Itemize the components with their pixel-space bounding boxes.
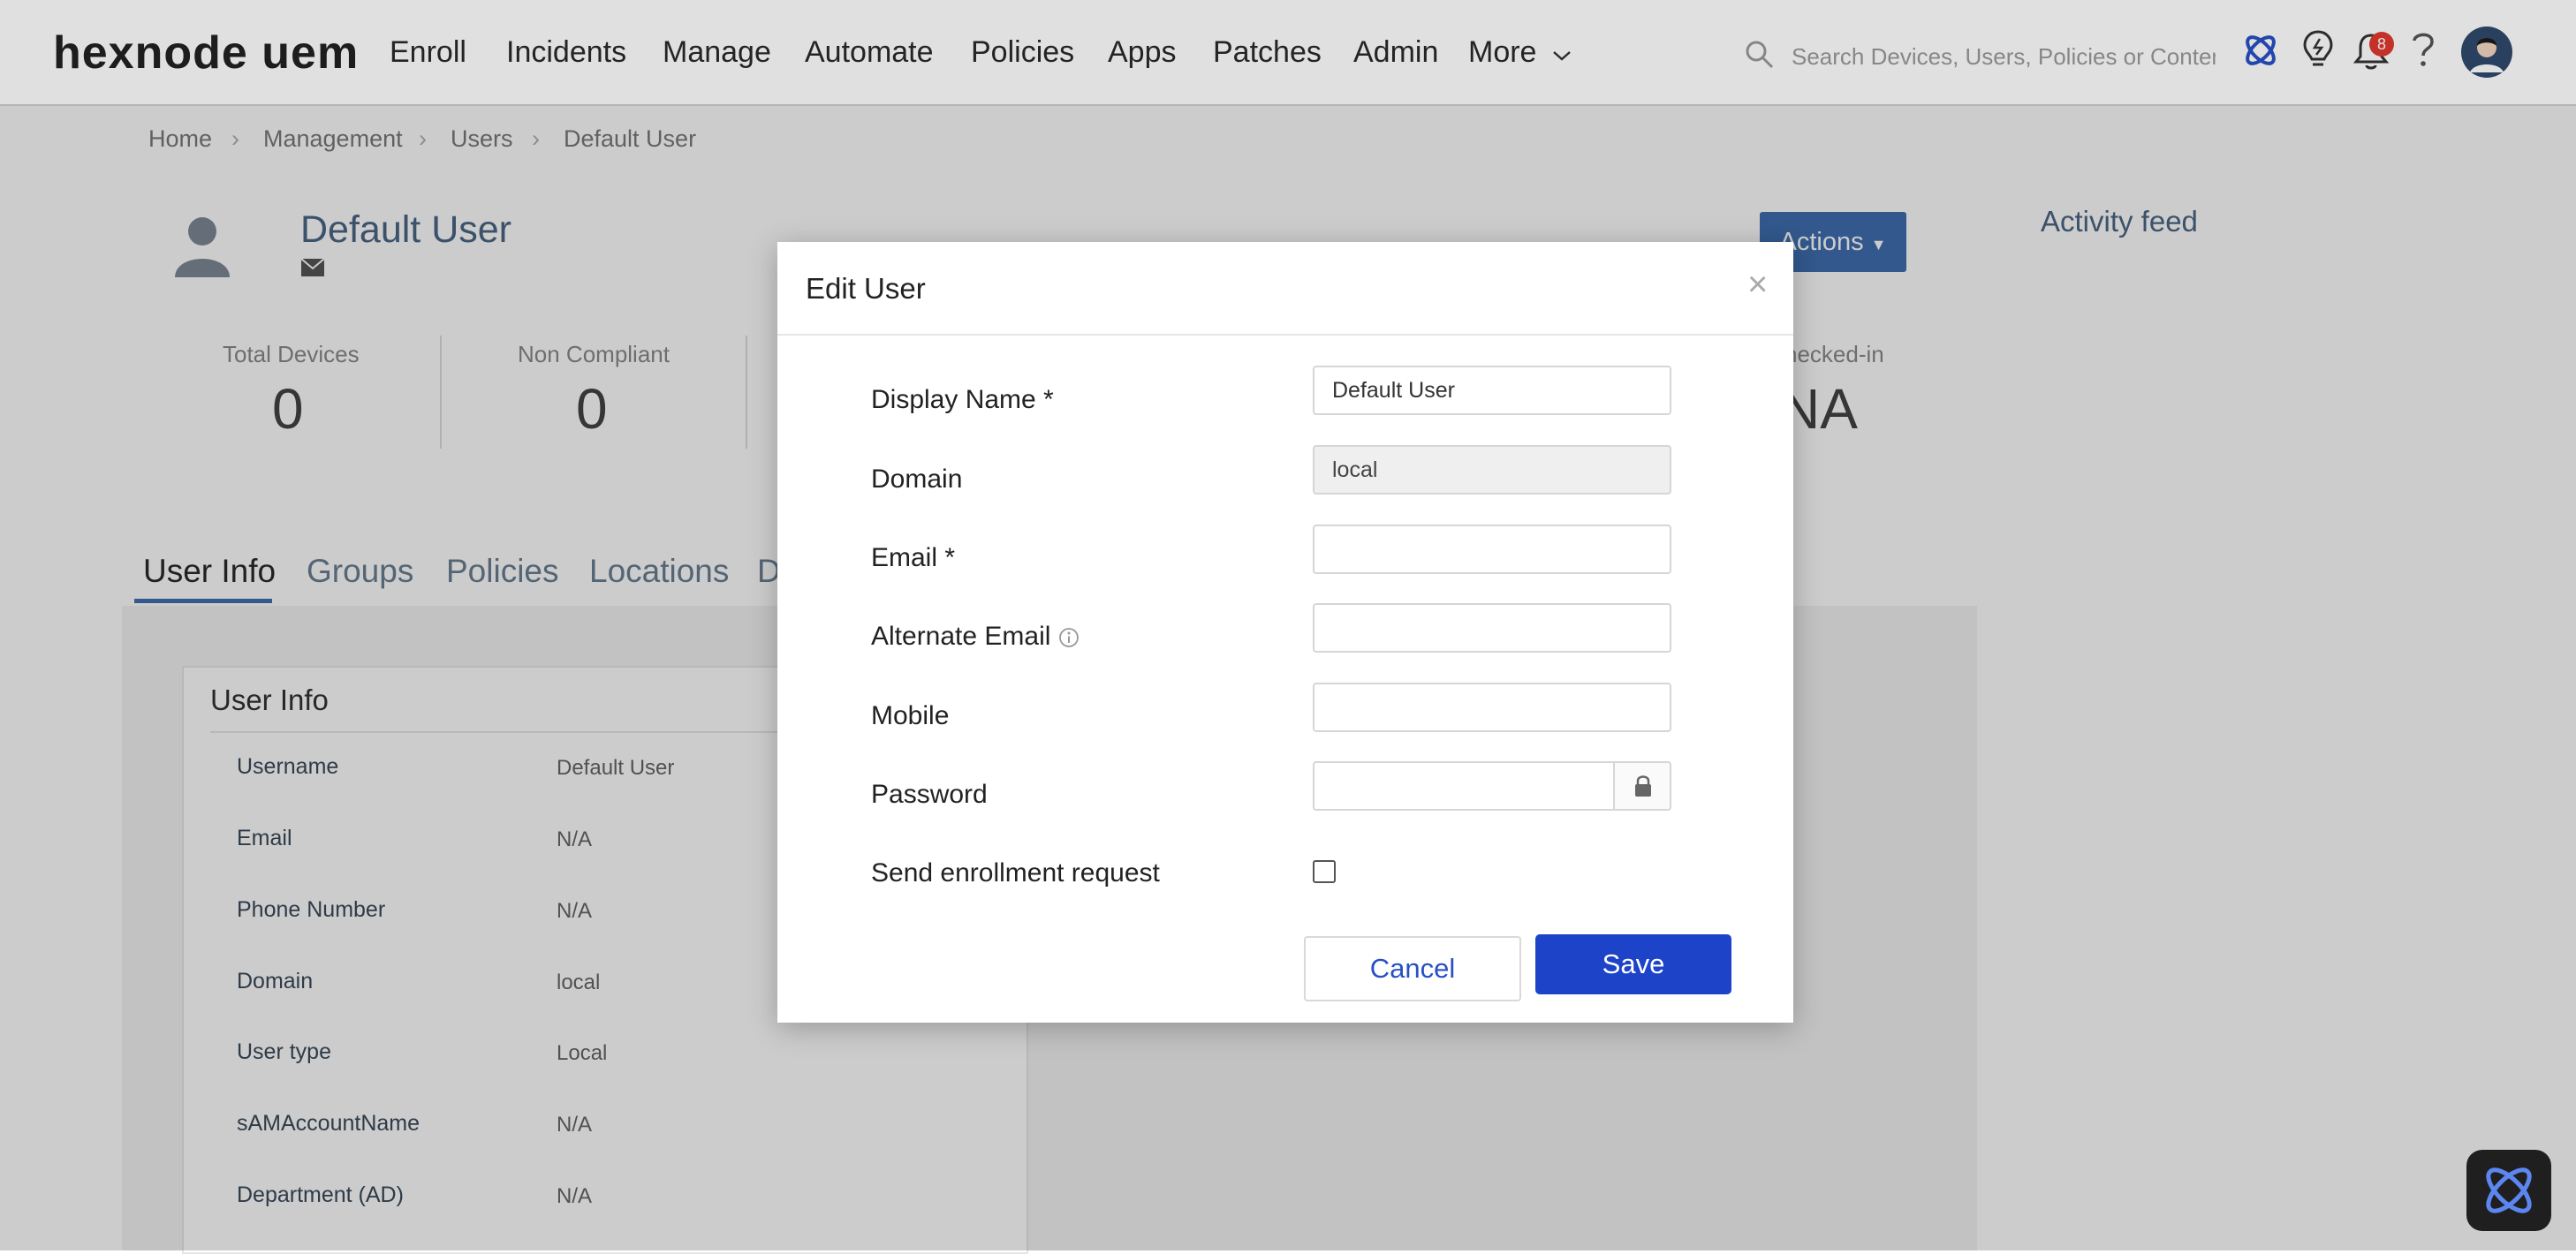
password-input[interactable]: [1313, 761, 1615, 811]
save-button[interactable]: Save: [1535, 934, 1731, 994]
modal-header-divider: [777, 334, 1793, 336]
alternate-email-input[interactable]: [1313, 603, 1671, 653]
cancel-button[interactable]: Cancel: [1304, 936, 1521, 1001]
alternate-email-label: Alternate Email: [871, 622, 1080, 652]
nav-dim-overlay: [0, 0, 2576, 104]
display-name-input[interactable]: [1313, 366, 1671, 415]
assistant-chat-button[interactable]: [2466, 1150, 2551, 1231]
close-icon[interactable]: ×: [1747, 265, 1768, 305]
email-input[interactable]: [1313, 525, 1671, 574]
email-label: Email *: [871, 543, 956, 572]
send-enrollment-checkbox[interactable]: [1313, 860, 1336, 883]
display-name-label: Display Name *: [871, 385, 1054, 414]
edit-user-modal: Edit User × Display Name * Domain Email …: [777, 242, 1793, 1023]
mobile-label: Mobile: [871, 701, 950, 730]
mobile-input[interactable]: [1313, 683, 1671, 732]
password-label: Password: [871, 780, 988, 809]
modal-title: Edit User: [806, 272, 926, 305]
domain-label: Domain: [871, 465, 963, 494]
send-enrollment-label: Send enrollment request: [871, 858, 1160, 888]
info-icon[interactable]: [1058, 627, 1080, 648]
alternate-email-label-text: Alternate Email: [871, 622, 1051, 651]
password-lock-button[interactable]: [1613, 761, 1671, 811]
lock-icon: [1635, 775, 1651, 797]
hexnode-assistant-icon: [2486, 1167, 2532, 1213]
domain-input: [1313, 445, 1671, 495]
